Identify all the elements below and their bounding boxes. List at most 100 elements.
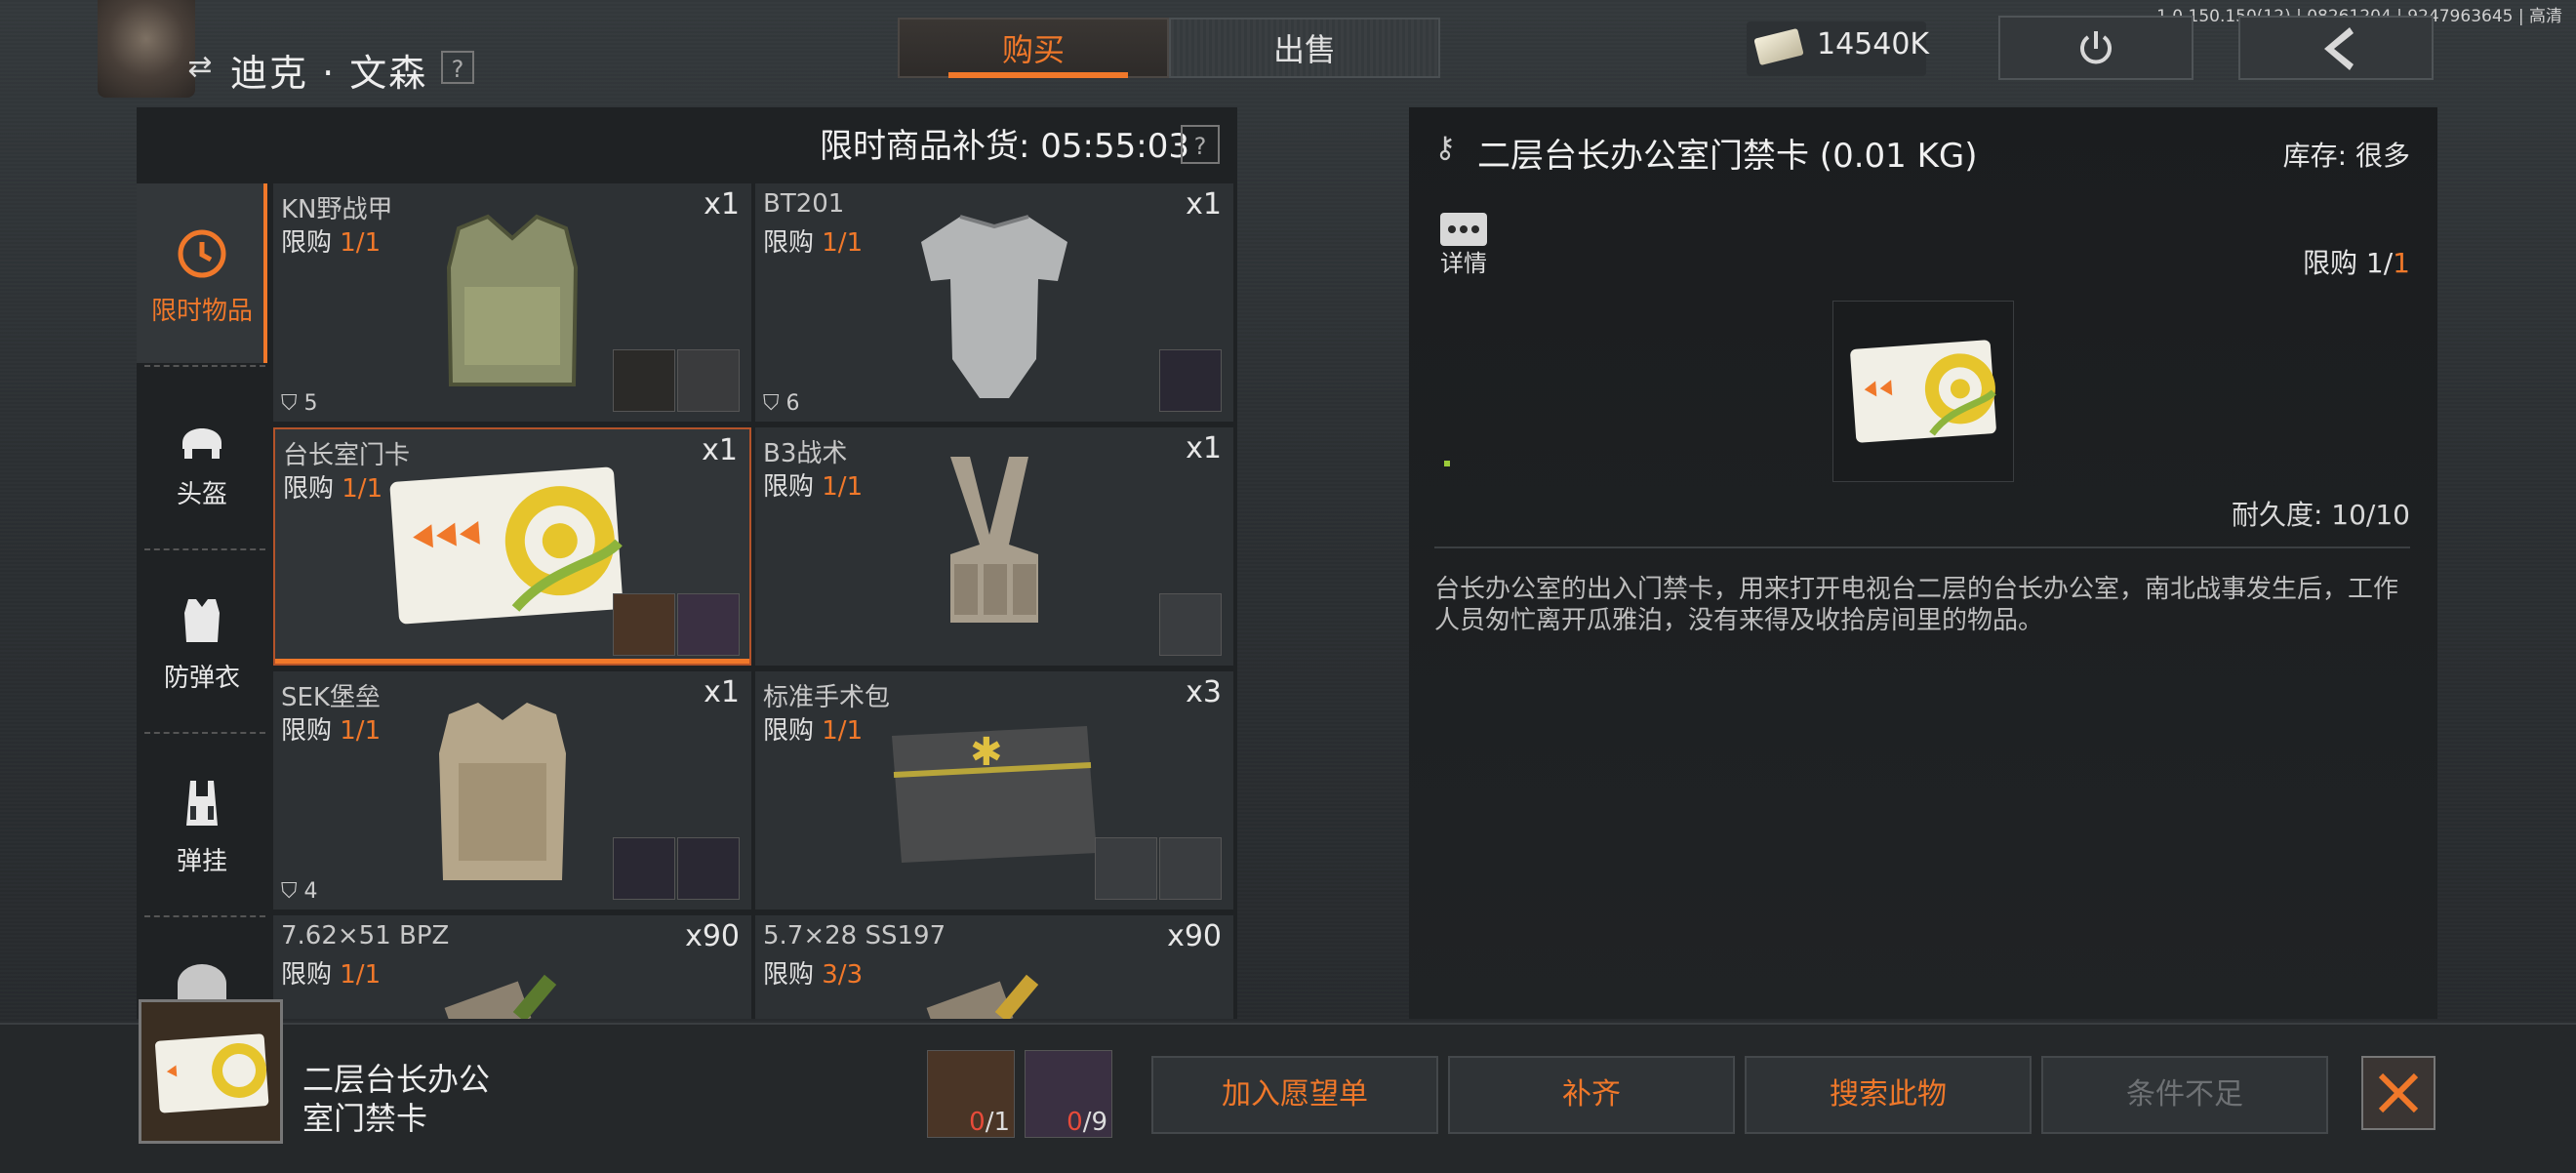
attachment-slot bbox=[613, 349, 675, 412]
shop-item-bt201[interactable]: BT201 限购 1/1 x1 ⛉ 6 bbox=[755, 183, 1233, 422]
add-wishlist-button[interactable]: 加入愿望单 bbox=[1151, 1056, 1438, 1134]
tab-sell[interactable]: 出售 bbox=[1169, 18, 1440, 78]
swap-character-icon[interactable]: ⇄ bbox=[183, 51, 217, 84]
category-divider bbox=[144, 732, 265, 734]
requirement-item-1[interactable]: 0/1 bbox=[927, 1050, 1015, 1138]
item-name: BT201 bbox=[763, 189, 845, 219]
item-quantity: x1 bbox=[704, 187, 740, 222]
category-divider bbox=[144, 915, 265, 917]
requirement-slot bbox=[677, 593, 740, 656]
more-dots-icon bbox=[1448, 225, 1479, 233]
category-backpack-icon[interactable] bbox=[178, 964, 226, 1003]
category-divider bbox=[144, 548, 265, 550]
armor-level: ⛉ 5 bbox=[281, 391, 318, 416]
status-dot bbox=[1444, 461, 1450, 466]
category-helmet[interactable]: 头盔 bbox=[137, 410, 267, 510]
item-limit: 限购 3/3 bbox=[763, 960, 864, 990]
item-preview bbox=[1832, 301, 2014, 482]
item-quantity: x1 bbox=[1186, 431, 1222, 465]
category-label: 限时物品 bbox=[150, 297, 253, 326]
shop-item-762-bpz[interactable]: 7.62×51 BPZ 限购 1/1 x90 bbox=[273, 915, 751, 1019]
shop-item-sek-vest[interactable]: SEK堡垒 限购 1/1 x1 ⛉ 4 bbox=[273, 671, 751, 910]
search-item-button[interactable]: 搜索此物 bbox=[1745, 1056, 2032, 1134]
shop-item-kn-vest[interactable]: KN野战甲 限购 1/1 x1 ⛉ 5 bbox=[273, 183, 751, 422]
attachment-slot bbox=[677, 349, 740, 412]
selected-indicator bbox=[275, 659, 749, 664]
detail-title: 二层台长办公室门禁卡 (0.01 KG) bbox=[1477, 137, 1978, 176]
category-vest[interactable]: 防弹衣 bbox=[137, 593, 267, 694]
b3-rig-image bbox=[950, 457, 1038, 623]
back-arrow-icon bbox=[2324, 27, 2354, 70]
item-limit: 限购 1/1 bbox=[281, 228, 382, 258]
sek-vest-image bbox=[439, 703, 566, 880]
item-quantity: x90 bbox=[685, 919, 740, 953]
requirement-item-2[interactable]: 0/9 bbox=[1025, 1050, 1112, 1138]
player-name: 迪克 · 文森 bbox=[230, 52, 428, 95]
power-icon bbox=[2080, 31, 2112, 64]
helmet-icon bbox=[182, 428, 221, 459]
condition-unmet-button[interactable]: 条件不足 bbox=[2041, 1056, 2328, 1134]
restock-timer: 限时商品补货: 05:55:03 bbox=[820, 127, 1189, 166]
category-chest-rig[interactable]: 弹挂 bbox=[137, 777, 267, 877]
item-limit: 限购 1/1 bbox=[763, 472, 864, 502]
keycard-thumb-image bbox=[155, 1033, 269, 1113]
detail-description: 台长办公室的出入门禁卡，用来打开电视台二层的台长办公室，南北战事发生后，工作人员… bbox=[1434, 575, 2399, 635]
shield-icon: ⛉ bbox=[281, 391, 304, 416]
bt201-image bbox=[921, 215, 1067, 398]
shop-item-b3-rig[interactable]: B3战术 限购 1/1 x1 bbox=[755, 427, 1233, 666]
item-name: KN野战甲 bbox=[281, 195, 393, 224]
detail-limit: 限购 1/1 bbox=[2303, 247, 2410, 279]
attachment-slot bbox=[613, 837, 675, 900]
item-name: SEK堡垒 bbox=[281, 683, 381, 712]
category-divider bbox=[144, 365, 265, 367]
item-name: 标准手术包 bbox=[763, 683, 891, 712]
requirement-count: 0/9 bbox=[1067, 1108, 1107, 1137]
chest-rig-icon bbox=[186, 781, 218, 826]
item-name: B3战术 bbox=[763, 439, 848, 468]
armor-level: ⛉ 6 bbox=[763, 391, 800, 416]
fill-button[interactable]: 补齐 bbox=[1448, 1056, 1735, 1134]
attachment-slot bbox=[1095, 837, 1157, 900]
player-avatar[interactable] bbox=[98, 0, 195, 98]
shield-icon: ⛉ bbox=[281, 879, 304, 904]
category-label: 头盔 bbox=[176, 480, 227, 509]
item-limit: 限购 1/1 bbox=[283, 474, 383, 504]
item-quantity: x1 bbox=[704, 675, 740, 709]
item-detail-panel bbox=[1409, 107, 2437, 1019]
shop-item-surgery-kit[interactable]: 标准手术包 限购 1/1 x3 ✱ bbox=[755, 671, 1233, 910]
ammo-57-image bbox=[926, 974, 1039, 1019]
shop-item-director-keycard[interactable]: 台长室门卡 限购 1/1 x1 bbox=[273, 427, 751, 666]
item-quantity: x1 bbox=[1186, 187, 1222, 222]
restock-help-button[interactable]: ? bbox=[1181, 125, 1220, 164]
item-limit: 限购 1/1 bbox=[281, 716, 382, 746]
shield-icon: ⛉ bbox=[763, 391, 786, 416]
category-label: 防弹衣 bbox=[163, 664, 240, 693]
player-help-button[interactable]: ? bbox=[441, 51, 474, 84]
shop-item-57-ss197[interactable]: 5.7×28 SS197 限购 3/3 x90 bbox=[755, 915, 1233, 1019]
requirement-count: 0/1 bbox=[969, 1108, 1010, 1137]
category-limited[interactable]: 限时物品 bbox=[137, 226, 267, 327]
category-label: 弹挂 bbox=[176, 847, 227, 876]
close-button[interactable] bbox=[2361, 1056, 2435, 1130]
tab-buy[interactable]: 购买 bbox=[898, 18, 1169, 78]
key-icon: ⚷ bbox=[1434, 131, 1456, 165]
close-icon bbox=[2378, 1072, 2419, 1113]
armor-level: ⛉ 4 bbox=[281, 879, 318, 904]
item-limit: 限购 1/1 bbox=[281, 960, 382, 990]
attachment-slot bbox=[1159, 349, 1222, 412]
item-quantity: x1 bbox=[702, 433, 738, 467]
details-button[interactable] bbox=[1440, 213, 1487, 246]
selected-item-thumbnail bbox=[139, 999, 283, 1144]
detail-divider bbox=[1434, 546, 2410, 548]
item-limit: 限购 1/1 bbox=[763, 228, 864, 258]
currency-amount: 14540K bbox=[1817, 27, 1930, 61]
item-name: 7.62×51 BPZ bbox=[281, 921, 450, 951]
vest-icon bbox=[184, 599, 220, 642]
selected-item-name: 二层台长办公 室门禁卡 bbox=[302, 1061, 491, 1137]
attachment-slot bbox=[1159, 837, 1222, 900]
back-button[interactable] bbox=[2238, 16, 2434, 80]
ammo-762-image bbox=[444, 974, 557, 1019]
clock-icon bbox=[178, 229, 226, 278]
keycard-preview-image bbox=[1850, 340, 1996, 443]
power-button[interactable] bbox=[1998, 16, 2194, 80]
